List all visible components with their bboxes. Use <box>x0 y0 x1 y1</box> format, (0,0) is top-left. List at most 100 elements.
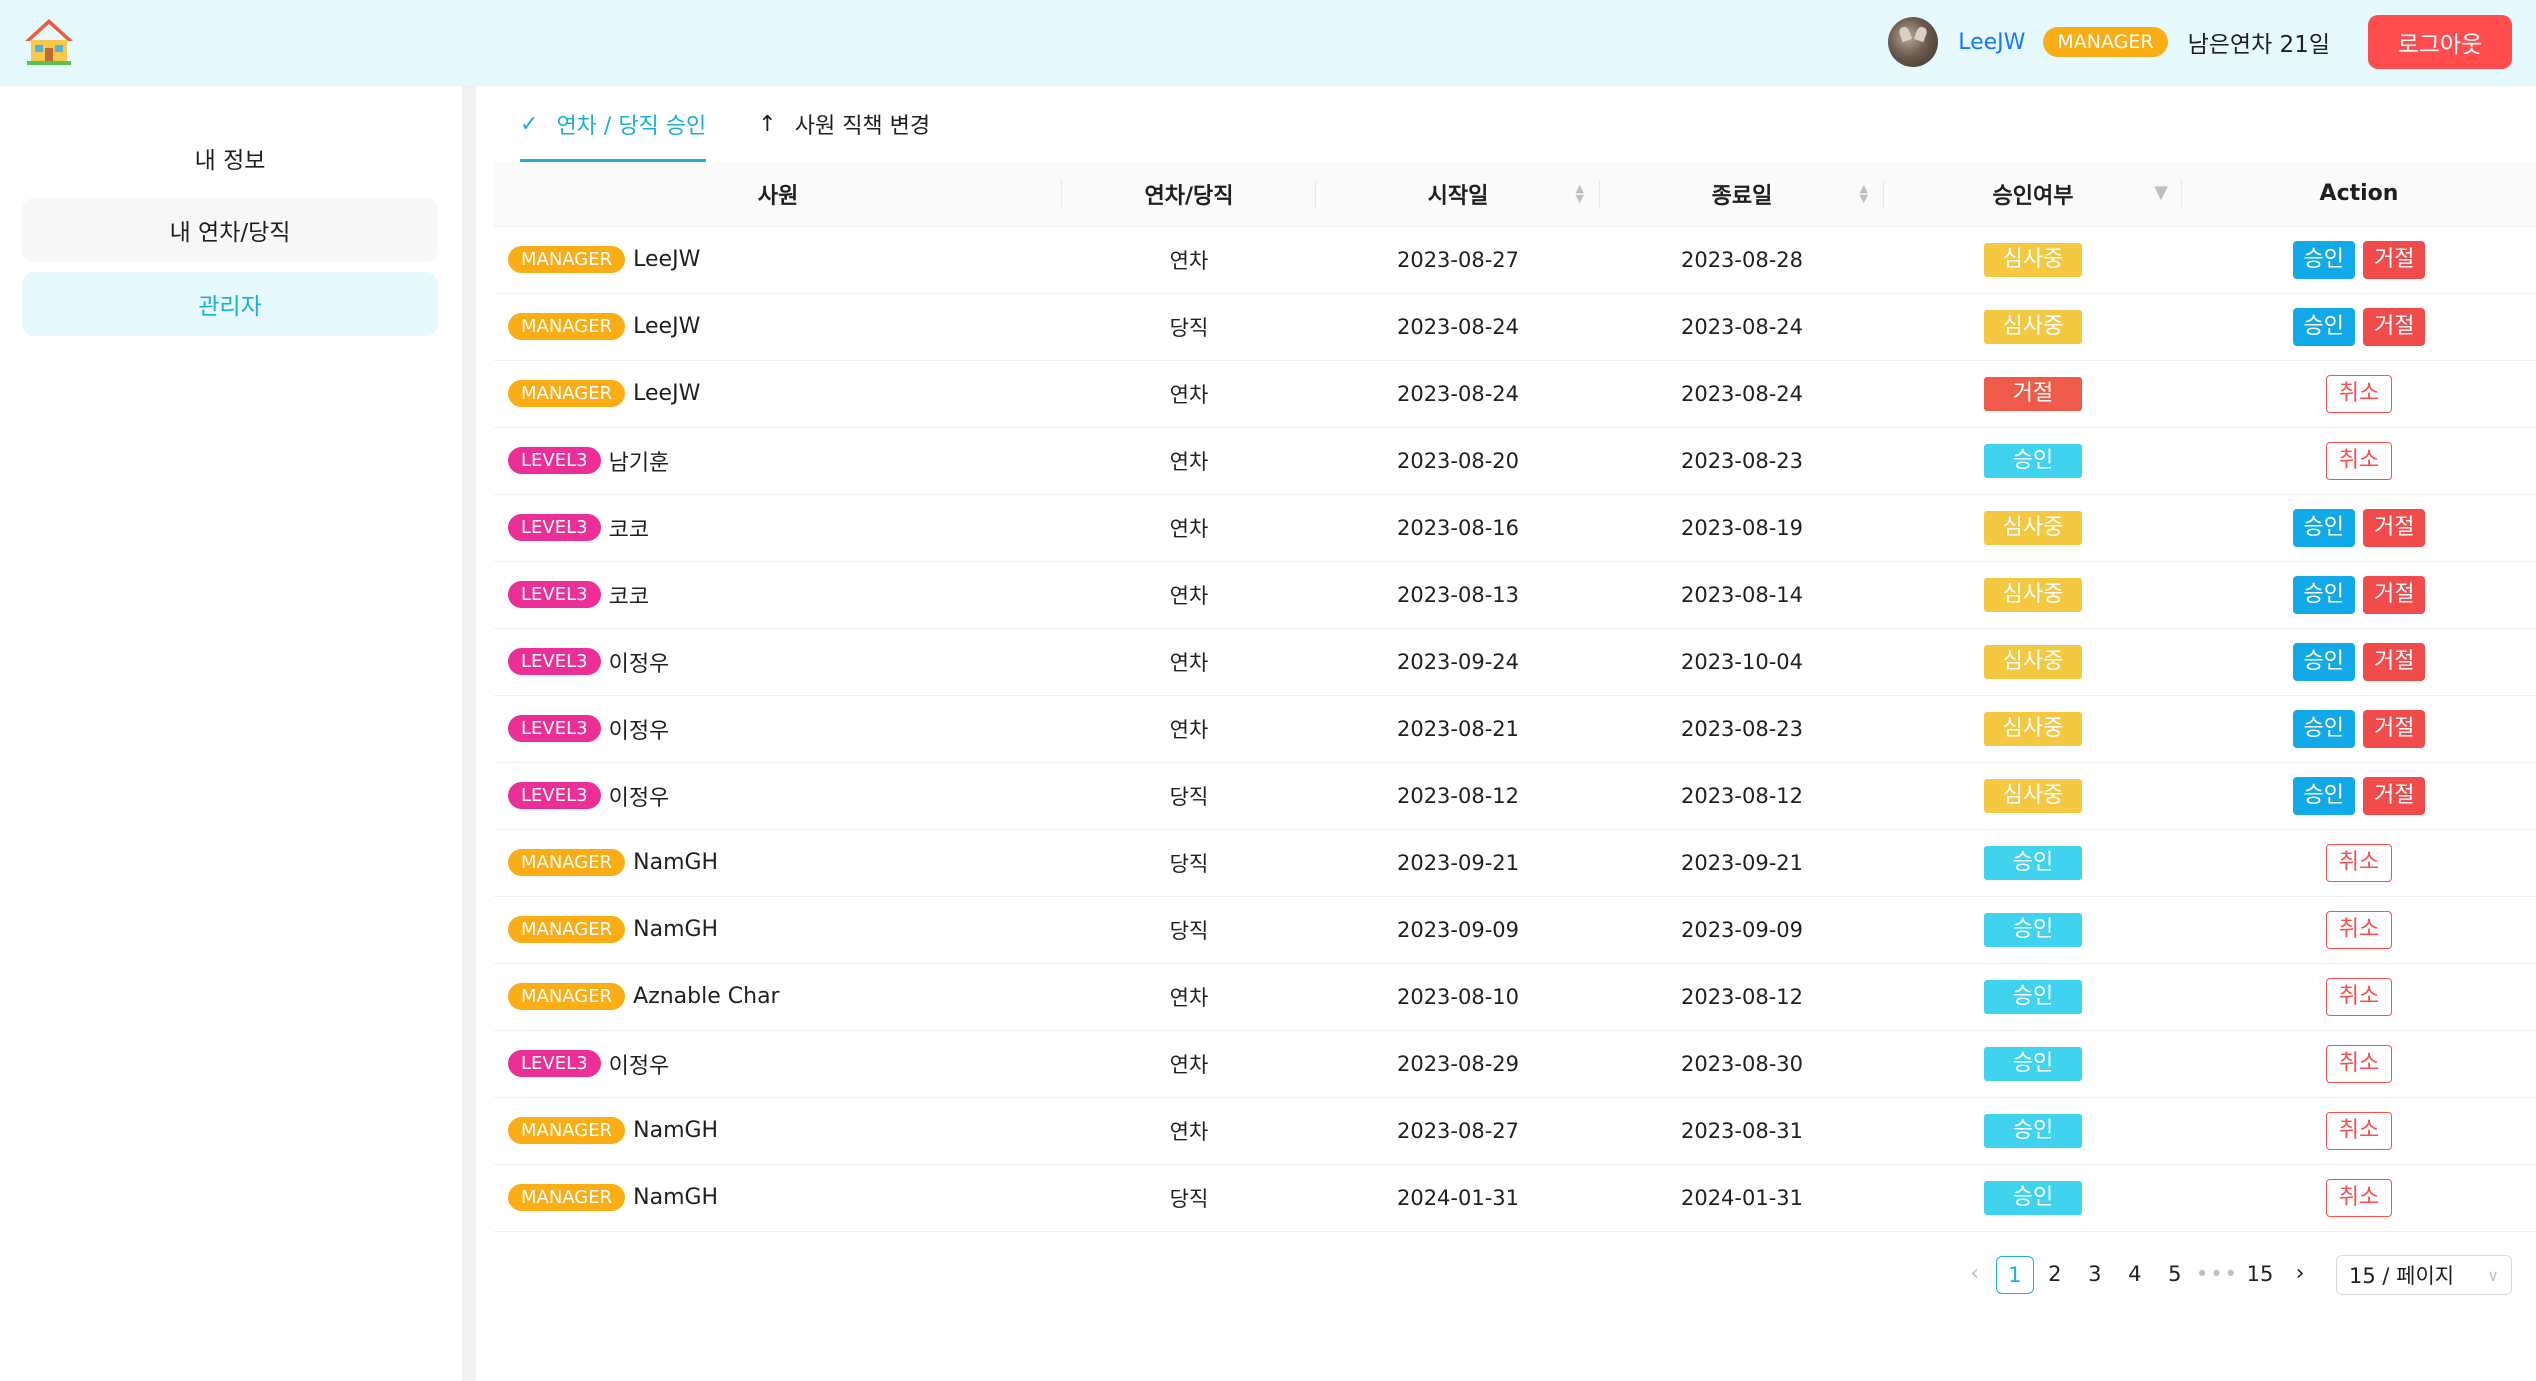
start-date: 2023-08-27 <box>1316 1097 1600 1165</box>
main-content: ✓ 연차 / 당직 승인 ↑ 사원 직책 변경 사원 연차/당직 시작일 ▲ ▼ 종… <box>494 86 2536 1381</box>
sidebar-item-admin[interactable]: 관리자 <box>22 272 438 336</box>
start-date: 2023-08-16 <box>1316 494 1600 562</box>
reject-button[interactable]: 거절 <box>2363 575 2426 614</box>
start-date: 2023-08-24 <box>1316 293 1600 361</box>
status-cell: 승인 <box>1884 829 2182 897</box>
reject-button[interactable]: 거절 <box>2363 240 2426 279</box>
page-button[interactable]: 15 <box>2241 1256 2279 1294</box>
end-date: 2023-08-23 <box>1600 427 1884 495</box>
status-badge: 심사중 <box>1984 242 2082 277</box>
employee-name: NamGH <box>633 1185 719 1210</box>
filter-icon[interactable]: ▼ <box>2154 182 2168 203</box>
status-badge: 승인 <box>1984 912 2082 947</box>
employee-name: 이정우 <box>608 1053 670 1079</box>
reject-button[interactable]: 거절 <box>2363 307 2426 346</box>
end-date: 2023-08-14 <box>1600 561 1884 629</box>
employee-cell: LEVEL3 이정우 <box>494 695 1062 763</box>
approve-button[interactable]: 승인 <box>2292 776 2355 815</box>
tab-leave-approval[interactable]: ✓ 연차 / 당직 승인 <box>520 86 707 162</box>
approve-button[interactable]: 승인 <box>2292 709 2355 748</box>
status-badge: 심사중 <box>1984 711 2082 746</box>
employee-cell: MANAGER LeeJW <box>494 360 1062 428</box>
cancel-button[interactable]: 취소 <box>2325 374 2393 413</box>
sort-icon[interactable]: ▲ ▼ <box>1576 183 1584 204</box>
table-header-row: 사원 연차/당직 시작일 ▲ ▼ 종료일 ▲ ▼ 승인여부 ▼ Action <box>494 162 2536 227</box>
role-tag: MANAGER <box>508 916 626 943</box>
page-button[interactable]: 5 <box>2156 1256 2194 1294</box>
status-badge: 승인 <box>1984 979 2082 1014</box>
cancel-button[interactable]: 취소 <box>2325 977 2393 1016</box>
status-badge: 승인 <box>1984 845 2082 880</box>
reject-button[interactable]: 거절 <box>2363 776 2426 815</box>
start-date: 2023-08-29 <box>1316 1030 1600 1098</box>
approve-button[interactable]: 승인 <box>2292 642 2355 681</box>
employee-cell: LEVEL3 이정우 <box>494 1030 1062 1098</box>
home-icon[interactable] <box>22 14 76 68</box>
status-badge: 승인 <box>1984 1046 2082 1081</box>
action-cell: 취소 <box>2182 1097 2536 1165</box>
cancel-button[interactable]: 취소 <box>2325 1178 2393 1217</box>
user-name[interactable]: LeeJW <box>1958 30 2025 55</box>
action-cell: 취소 <box>2182 829 2536 897</box>
check-icon: ✓ <box>520 111 539 137</box>
approve-button[interactable]: 승인 <box>2292 307 2355 346</box>
page-button[interactable]: 2 <box>2036 1256 2074 1294</box>
employee-name: LeeJW <box>633 247 701 272</box>
end-date: 2023-09-21 <box>1600 829 1884 897</box>
cancel-button[interactable]: 취소 <box>2325 1111 2393 1150</box>
leave-type: 연차 <box>1062 561 1316 629</box>
pagination: ‹ 1 2 3 4 5 ••• 15 › 15 / 페이지 ∨ <box>1955 1255 2512 1295</box>
tab-role-change[interactable]: ↑ 사원 직책 변경 <box>758 86 930 162</box>
next-page-icon[interactable]: › <box>2281 1256 2319 1294</box>
action-cell: 승인 거절 <box>2182 762 2536 830</box>
action-cell: 취소 <box>2182 1164 2536 1232</box>
leave-type: 연차 <box>1062 1030 1316 1098</box>
start-date: 2023-08-12 <box>1316 762 1600 830</box>
prev-page-icon[interactable]: ‹ <box>1956 1256 1994 1294</box>
sidebar-item-my-info[interactable]: 내 정보 <box>22 126 438 190</box>
status-badge: 거절 <box>1984 376 2082 411</box>
cancel-button[interactable]: 취소 <box>2325 843 2393 882</box>
cancel-button[interactable]: 취소 <box>2325 1044 2393 1083</box>
page-jump-ellipsis[interactable]: ••• <box>2196 1256 2239 1294</box>
approve-button[interactable]: 승인 <box>2292 575 2355 614</box>
reject-button[interactable]: 거절 <box>2363 642 2426 681</box>
sidebar-item-my-leave[interactable]: 내 연차/당직 <box>22 198 438 262</box>
end-date: 2024-01-31 <box>1600 1164 1884 1232</box>
page-button[interactable]: 1 <box>1995 1256 2034 1294</box>
reject-button[interactable]: 거절 <box>2363 709 2426 748</box>
logout-button[interactable]: 로그아웃 <box>2368 15 2512 69</box>
page-button[interactable]: 3 <box>2076 1256 2114 1294</box>
leave-type: 연차 <box>1062 360 1316 428</box>
table-row: MANAGER Aznable Char 연차 2023-08-10 2023-08-1… <box>494 963 2536 1031</box>
table-row: MANAGER NamGH 당직 2023-09-09 2023-09-09 승인 취소 <box>494 896 2536 964</box>
leave-type: 연차 <box>1062 695 1316 763</box>
role-tag: MANAGER <box>508 983 626 1010</box>
avatar[interactable] <box>1888 17 1939 67</box>
column-header-end-date[interactable]: 종료일 ▲ ▼ <box>1600 162 1884 227</box>
employee-cell: LEVEL3 남기훈 <box>494 427 1062 495</box>
page-size-select[interactable]: 15 / 페이지 ∨ <box>2336 1255 2512 1295</box>
status-cell: 승인 <box>1884 1164 2182 1232</box>
employee-name: LeeJW <box>633 381 701 406</box>
tab-label: 사원 직책 변경 <box>794 114 931 139</box>
end-date: 2023-08-28 <box>1600 226 1884 294</box>
start-date: 2023-09-21 <box>1316 829 1600 897</box>
cancel-button[interactable]: 취소 <box>2325 441 2393 480</box>
status-cell: 승인 <box>1884 427 2182 495</box>
action-cell: 승인 거절 <box>2182 561 2536 629</box>
status-cell: 심사중 <box>1884 494 2182 562</box>
approve-button[interactable]: 승인 <box>2292 508 2355 547</box>
status-cell: 심사중 <box>1884 762 2182 830</box>
status-badge: 심사중 <box>1984 644 2082 679</box>
cancel-button[interactable]: 취소 <box>2325 910 2393 949</box>
sort-icon[interactable]: ▲ ▼ <box>1860 183 1868 204</box>
page-button[interactable]: 4 <box>2116 1256 2154 1294</box>
reject-button[interactable]: 거절 <box>2363 508 2426 547</box>
role-tag: MANAGER <box>508 380 626 407</box>
column-header-status: 승인여부 ▼ <box>1884 162 2182 227</box>
table-row: LEVEL3 이정우 연차 2023-09-24 2023-10-04 심사중 승인 거절 <box>494 628 2536 696</box>
column-header-start-date[interactable]: 시작일 ▲ ▼ <box>1316 162 1600 227</box>
start-date: 2023-08-10 <box>1316 963 1600 1031</box>
approve-button[interactable]: 승인 <box>2292 240 2355 279</box>
